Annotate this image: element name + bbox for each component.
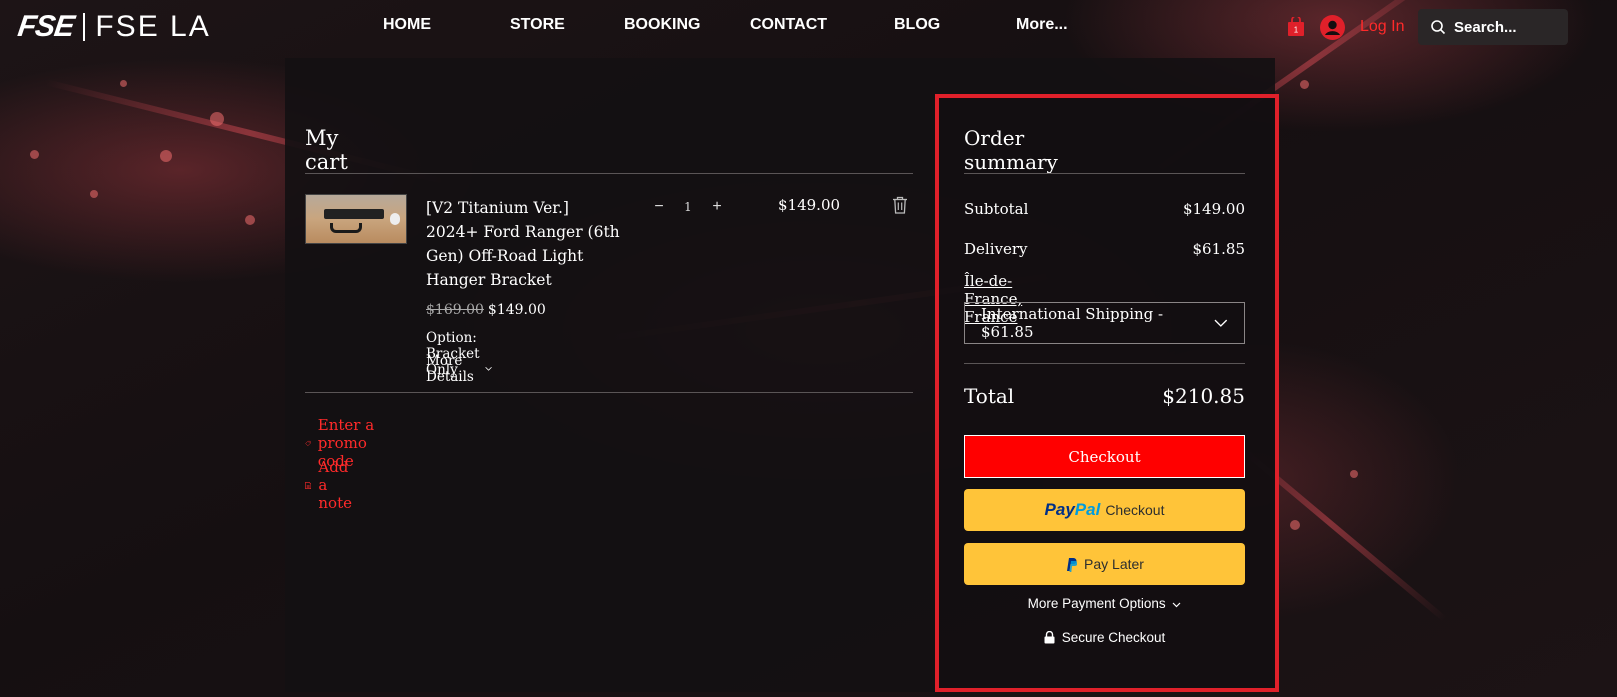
nav-home[interactable]: HOME [383,16,431,34]
order-summary-title: Order summary [964,126,1058,174]
background-dot [1300,80,1309,89]
shipping-method-select[interactable]: International Shipping - $61.85 [964,302,1245,344]
delivery-label: Delivery [964,240,1028,258]
divider [305,392,913,393]
tag-icon [305,440,311,446]
paypal-pay-later-button[interactable]: Pay Later [964,543,1245,585]
lock-icon [1044,631,1055,644]
secure-checkout-label: Secure Checkout [1061,630,1166,645]
add-note-label: Add a note [318,458,352,512]
pay-later-label: Pay Later [1084,556,1144,572]
secure-checkout-notice: Secure Checkout [964,630,1245,645]
checkout-button[interactable]: Checkout [964,435,1245,478]
divider [964,173,1245,174]
increase-quantity-button[interactable]: + [706,196,728,218]
search-box[interactable] [1418,9,1568,45]
more-details-label: More Details [426,353,474,385]
more-payment-options-label: More Payment Options [1027,596,1166,611]
original-price: $169.00 [426,302,484,318]
line-total: $149.00 [778,196,841,214]
quantity-stepper: − + [648,195,728,219]
chevron-down-icon [1214,319,1228,327]
cart-icon[interactable]: 1 [1287,15,1305,37]
total-label: Total [964,384,1015,408]
add-note-link[interactable]: Add a note [305,458,359,512]
divider [305,173,913,174]
cart-count: 1 [1294,26,1299,35]
delivery-row: Delivery $61.85 [964,240,1245,258]
background-dot [90,190,98,198]
logo-text: FSE LA [95,10,211,43]
background-dot [30,150,39,159]
total-row: Total $210.85 [964,384,1245,408]
paypal-checkout-label: Checkout [1105,502,1165,518]
sale-price: $149.00 [487,302,546,318]
decrease-quantity-button[interactable]: − [648,196,670,218]
shipping-method-value: International Shipping - $61.85 [981,305,1164,341]
subtotal-value: $149.00 [1182,200,1245,218]
paypal-icon [1067,557,1078,572]
chevron-down-icon [1172,602,1181,608]
nav-blog[interactable]: BLOG [894,16,940,34]
remove-item-trash-icon[interactable] [892,196,908,214]
note-icon [305,481,312,489]
nav-booking[interactable]: BOOKING [624,16,700,34]
cart-title: My cart [305,126,348,174]
user-avatar-icon[interactable] [1320,15,1345,40]
background-dot [1290,520,1300,530]
total-value: $210.85 [1162,384,1245,408]
site-header: FSE FSE LA HOME STORE BOOKING CONTACT BL… [0,0,1617,56]
chevron-down-icon [485,366,492,371]
search-input[interactable] [1454,18,1564,36]
nav-store[interactable]: STORE [510,16,565,34]
more-details-toggle[interactable]: More Details [426,353,492,385]
product-name[interactable]: [V2 Titanium Ver.] 2024+ Ford Ranger (6t… [426,196,626,292]
delivery-value: $61.85 [1192,240,1246,258]
subtotal-label: Subtotal [964,200,1029,218]
quantity-input[interactable] [678,200,698,214]
product-price: $169.00 $149.00 [426,302,546,318]
background-dot [210,112,224,126]
paypal-logo: PayPal [1044,500,1101,519]
background-dot [120,80,127,87]
background-dot [1350,470,1358,478]
more-payment-options-toggle[interactable]: More Payment Options [964,596,1245,611]
site-logo[interactable]: FSE FSE LA [15,10,211,44]
product-image[interactable] [305,194,407,244]
search-icon [1431,20,1446,35]
login-link[interactable]: Log In [1360,18,1404,36]
subtotal-row: Subtotal $149.00 [964,200,1245,218]
nav-more[interactable]: More... [1016,16,1068,34]
nav-contact[interactable]: CONTACT [750,16,827,34]
background-dot [160,150,172,162]
background-dot [245,215,255,225]
logo-mark: FSE [15,10,76,43]
divider [964,363,1245,364]
paypal-checkout-button[interactable]: PayPal Checkout [964,489,1245,531]
logo-divider [83,13,86,41]
